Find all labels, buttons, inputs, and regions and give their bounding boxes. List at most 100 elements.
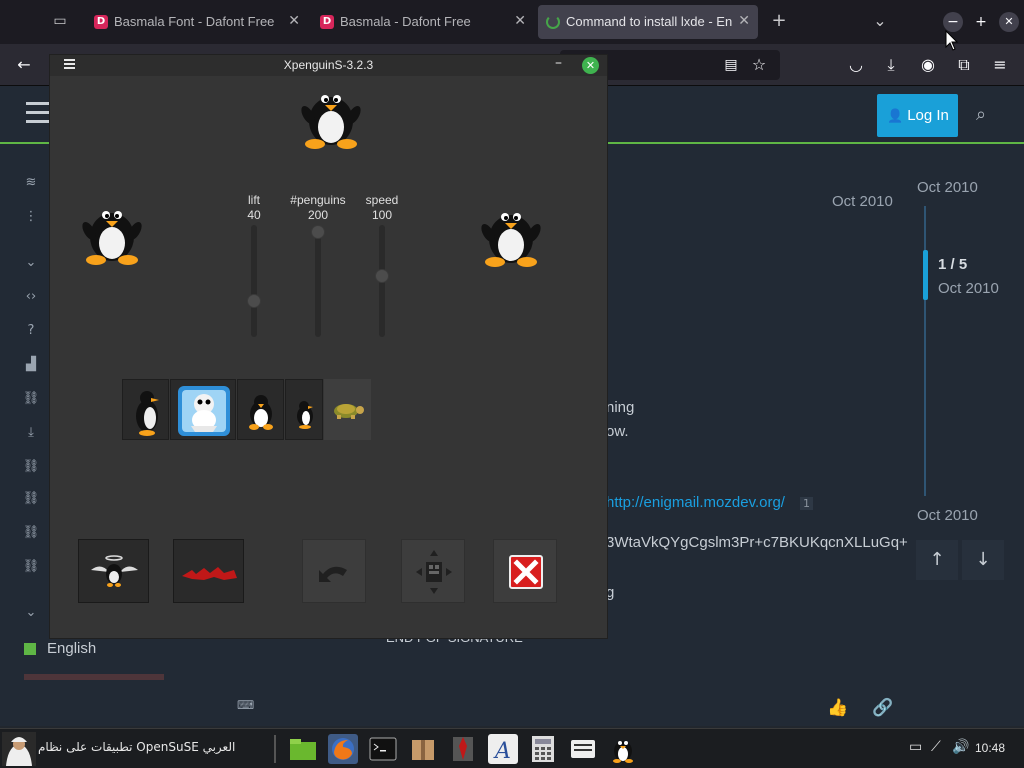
network-icon[interactable]: ⟋ <box>931 739 941 755</box>
application-menu-icon[interactable] <box>2 732 36 766</box>
link-icon[interactable]: ⛓ <box>22 490 40 508</box>
ice-penguin-icon <box>178 386 230 436</box>
new-tab-icon[interactable]: + <box>770 12 788 30</box>
chevron-down-icon[interactable]: ⌄ <box>22 604 40 622</box>
bookmark-star-icon[interactable]: ☆ <box>748 54 770 76</box>
terminal-icon[interactable] <box>368 734 398 764</box>
account-icon[interactable]: ◉ <box>917 54 939 76</box>
share-link-icon[interactable]: 🔗 <box>872 698 893 718</box>
suit-app-icon[interactable] <box>448 734 478 764</box>
speed-slider[interactable] <box>375 225 389 337</box>
resize-button[interactable] <box>401 539 465 603</box>
winged-penguin-icon <box>91 555 138 587</box>
undo-arrow-icon <box>319 566 347 582</box>
hamburger-menu-icon[interactable] <box>26 102 50 124</box>
scroll-up-button[interactable]: ↑ <box>916 540 958 580</box>
font-viewer-icon[interactable]: A <box>488 734 518 764</box>
chevron-down-icon[interactable]: ⌄ <box>22 254 40 272</box>
timeline-handle[interactable] <box>923 250 928 300</box>
help-icon[interactable]: ? <box>22 322 40 340</box>
login-label: Log In <box>907 107 949 124</box>
theme-big-penguins-button[interactable] <box>170 379 236 440</box>
browser-tab-bar: ▭ D Basmala Font - Dafont Free ✕ D Basma… <box>0 0 1024 44</box>
link-icon[interactable]: ⛓ <box>22 390 40 408</box>
tab-groups-icon[interactable]: ▭ <box>51 12 69 30</box>
penguin-splat-button[interactable] <box>173 539 244 603</box>
close-icon[interactable]: ✕ <box>582 57 599 74</box>
close-window-icon[interactable]: ✕ <box>999 12 1019 32</box>
timeline-end-date[interactable]: Oct 2010 <box>917 507 978 524</box>
post-date: Oct 2010 <box>832 193 893 210</box>
tab-basmala[interactable]: D Basmala - Dafont Free ✕ <box>312 5 534 39</box>
close-tab-icon[interactable]: ✕ <box>288 13 300 29</box>
search-icon[interactable]: ⌕ <box>976 104 986 125</box>
close-tab-icon[interactable]: ✕ <box>738 13 750 29</box>
theme-penguins-button[interactable] <box>122 379 169 440</box>
app-menu-icon[interactable]: ≡ <box>989 54 1011 76</box>
timeline-start-date[interactable]: Oct 2010 <box>917 179 978 196</box>
login-button[interactable]: 👤 Log In <box>877 94 958 137</box>
link-icon[interactable]: ⛓ <box>22 524 40 542</box>
minimize-icon[interactable]: – <box>555 55 562 71</box>
keyboard-icon[interactable]: ⌨ <box>237 698 254 712</box>
thumbs-up-icon[interactable]: ▟ <box>22 356 40 374</box>
language-item-clipped[interactable] <box>24 674 174 680</box>
penguin-icon <box>136 391 159 436</box>
tab-title: Basmala Font - Dafont Free <box>114 14 274 29</box>
language-color-swatch <box>24 643 36 655</box>
like-icon[interactable]: 👍 <box>827 698 848 718</box>
settings-manager-icon[interactable] <box>568 734 598 764</box>
theme-tux-button[interactable] <box>237 379 284 440</box>
pocket-icon[interactable]: ◡ <box>845 54 867 76</box>
file-manager-icon[interactable] <box>288 734 318 764</box>
extensions-icon[interactable]: ⧉ <box>953 54 975 76</box>
xpenguins-titlebar[interactable]: XpenguinS-3.2.3 – ✕ <box>50 55 607 76</box>
lift-slider[interactable] <box>247 225 261 337</box>
link-icon[interactable]: ⛓ <box>22 458 40 476</box>
more-vertical-icon[interactable]: ⋮ <box>22 208 40 226</box>
scroll-down-button[interactable]: ↓ <box>962 540 1004 580</box>
tab-basmala-font[interactable]: D Basmala Font - Dafont Free ✕ <box>86 5 308 39</box>
taskbar: تطبيقات على نظام OpenSuSE العربي A ▭ ⟋ 🔊… <box>0 728 1024 768</box>
undo-button[interactable] <box>302 539 366 603</box>
clock[interactable]: 10:48 <box>975 741 1005 755</box>
reader-view-icon[interactable]: ▤ <box>720 54 742 76</box>
about-button[interactable] <box>78 539 149 603</box>
layers-icon[interactable]: ≋ <box>22 174 40 192</box>
taskbar-separator <box>274 735 276 763</box>
archive-manager-icon[interactable] <box>408 734 438 764</box>
penguin-icon <box>249 395 273 430</box>
speed-slider-thumb[interactable] <box>375 269 389 284</box>
code-icon[interactable]: ‹› <box>22 288 40 306</box>
firefox-icon[interactable] <box>328 734 358 764</box>
download-icon[interactable]: ⤓ <box>22 424 40 442</box>
minimize-window-icon[interactable]: − <box>943 12 963 32</box>
link-icon[interactable]: ⛓ <box>22 558 40 576</box>
penguins-slider[interactable] <box>311 225 325 337</box>
xpenguins-title: XpenguinS-3.2.3 <box>283 58 374 72</box>
calculator-icon[interactable] <box>528 734 558 764</box>
downloads-icon[interactable]: ⤓ <box>880 54 902 76</box>
dafont-favicon-icon: D <box>320 15 334 29</box>
xpenguins-window: XpenguinS-3.2.3 – ✕ lift 40 #penguins 200 … <box>49 54 608 639</box>
application-menu-label[interactable]: تطبيقات على نظام OpenSuSE العربي <box>38 740 235 754</box>
theme-small-penguins-button[interactable] <box>285 379 323 440</box>
tab-command-install-lxde[interactable]: Command to install lxde - Engli ✕ <box>538 5 758 39</box>
penguins-slider-thumb[interactable] <box>311 225 325 239</box>
quit-button[interactable] <box>493 539 557 603</box>
theme-turtles-button[interactable] <box>324 379 371 440</box>
back-arrow-icon[interactable]: ← <box>13 54 35 76</box>
dafont-favicon-icon: D <box>94 15 108 29</box>
close-red-icon <box>509 555 543 589</box>
display-icon[interactable]: ▭ <box>909 739 922 755</box>
maximize-window-icon[interactable]: + <box>971 12 991 32</box>
list-all-tabs-icon[interactable]: ⌄ <box>871 12 889 30</box>
close-tab-icon[interactable]: ✕ <box>514 13 526 29</box>
volume-icon[interactable]: 🔊 <box>952 739 969 755</box>
lift-slider-thumb[interactable] <box>247 293 261 308</box>
user-icon: 👤 <box>887 108 904 123</box>
xpenguins-taskbar-icon[interactable] <box>608 734 638 764</box>
penguin-icon <box>82 211 142 265</box>
enigmail-link[interactable]: http://enigmail.mozdev.org/ <box>606 494 785 511</box>
post-text-line: 3WtaVkQYgCgslm3Pr+c7BKUKqcnXLLuGq+ <box>606 534 908 551</box>
